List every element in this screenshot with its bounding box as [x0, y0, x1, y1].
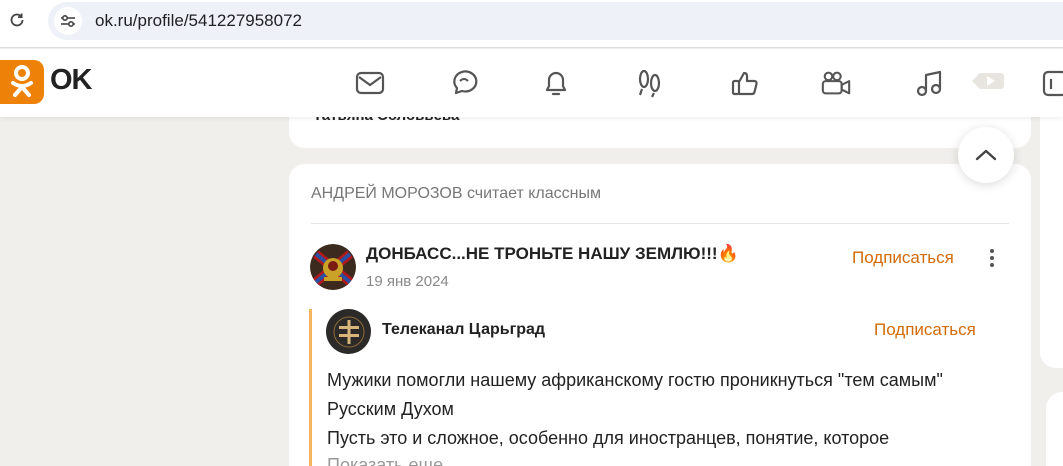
browser-toolbar: ok.ru/profile/541227958072 [0, 0, 1063, 48]
channel-name[interactable]: Телеканал Царьград [382, 321, 545, 339]
post-date[interactable]: 19 янв 2024 [366, 273, 449, 290]
reload-icon[interactable] [6, 9, 28, 31]
feed-card: АНДРЕЙ МОРОЗОВ считает классным ДОНБАСС.… [289, 164, 1031, 466]
video-icon[interactable] [820, 67, 852, 99]
repost-accent-bar [309, 309, 312, 466]
chat-icon[interactable] [448, 67, 480, 99]
subscribe-group-button[interactable]: Подписаться [852, 248, 954, 268]
music-icon[interactable] [914, 67, 946, 99]
side-panel-card [1046, 392, 1063, 466]
mail-icon[interactable] [354, 67, 386, 99]
chevron-up-icon [975, 149, 997, 161]
liked-by-line: АНДРЕЙ МОРОЗОВ считает классным [311, 185, 601, 203]
like-icon[interactable] [729, 67, 761, 99]
ok-logo-text[interactable]: OK [50, 64, 92, 97]
scroll-to-top-button[interactable] [958, 127, 1014, 183]
post-text-line: Мужики помогли нашему африканскому гостю… [327, 370, 943, 390]
bell-icon[interactable] [540, 67, 572, 99]
group-title[interactable]: ДОНБАСС...НЕ ТРОНЬТЕ НАШУ ЗЕМЛЮ!!!🔥 [366, 244, 739, 264]
liked-action-text: считает классным [466, 185, 601, 202]
video-play-icon[interactable] [970, 65, 1006, 97]
group-name[interactable]: ДОНБАСС...НЕ ТРОНЬТЕ НАШУ ЗЕМЛЮ!!! [366, 244, 718, 263]
show-more-link[interactable]: Показать еще [327, 455, 443, 466]
liker-name[interactable]: АНДРЕЙ МОРОЗОВ [311, 185, 463, 202]
channel-avatar[interactable] [326, 309, 371, 354]
site-header: OK [0, 49, 1063, 117]
post-text-line: Пусть это и сложное, особенно для иностр… [327, 428, 890, 448]
guests-icon[interactable] [634, 67, 666, 99]
side-panel-card [1040, 94, 1063, 368]
calendar-icon[interactable] [1040, 67, 1063, 99]
fire-emoji: 🔥 [717, 244, 739, 263]
address-bar[interactable]: ok.ru/profile/541227958072 [48, 2, 1063, 40]
post-text[interactable]: Мужики помогли нашему африканскому гостю… [327, 366, 1007, 453]
ok-logo-icon[interactable] [0, 60, 44, 104]
url-text[interactable]: ok.ru/profile/541227958072 [95, 11, 302, 31]
post-text-line: Русским Духом [327, 399, 454, 419]
subscribe-channel-button[interactable]: Подписаться [874, 320, 976, 340]
group-avatar[interactable] [310, 244, 356, 290]
divider [311, 223, 1009, 224]
more-options-icon[interactable] [983, 246, 1001, 270]
site-settings-icon[interactable] [54, 7, 82, 35]
